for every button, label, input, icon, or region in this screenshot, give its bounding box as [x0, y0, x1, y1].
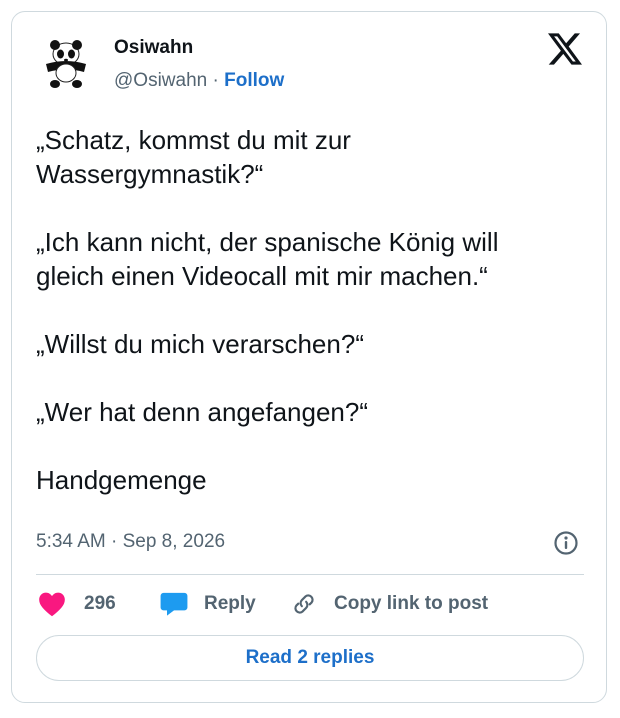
tweet-text: „Schatz, kommst du mit zur Wassergymnast…: [36, 123, 596, 497]
tweet-line: „Ich kann nicht, der spanische König wil…: [36, 227, 499, 257]
author-handle-row: @Osiwahn · Follow: [114, 70, 284, 92]
x-logo-icon[interactable]: [548, 33, 582, 65]
tweet-line: Handgemenge: [36, 465, 207, 495]
tweet-line: Wassergymnastik?“: [36, 159, 264, 189]
author-handle[interactable]: @Osiwahn: [114, 70, 207, 91]
reply-button[interactable]: Reply: [160, 589, 256, 619]
copy-link-button[interactable]: Copy link to post: [290, 589, 488, 619]
like-button[interactable]: 296: [38, 589, 116, 619]
heart-icon: [39, 592, 65, 617]
reply-label: Reply: [204, 593, 256, 614]
link-icon: [294, 594, 314, 614]
avatar[interactable]: [38, 36, 94, 92]
copy-link-label: Copy link to post: [334, 593, 489, 614]
speech-bubble-icon: [160, 592, 188, 616]
like-count: 296: [84, 593, 116, 614]
author-name[interactable]: Osiwahn: [114, 37, 193, 59]
tweet-line: „Wer hat denn angefangen?“: [36, 397, 368, 427]
read-replies-label: Read 2 replies: [245, 647, 375, 668]
divider: [36, 574, 584, 575]
tweet-timestamp[interactable]: 5:34 AM · Sep 8, 2026: [36, 531, 225, 553]
tweet-line: „Willst du mich verarschen?“: [36, 329, 364, 359]
info-icon[interactable]: [553, 530, 579, 556]
read-replies-button[interactable]: Read 2 replies: [36, 635, 584, 681]
follow-button[interactable]: Follow: [224, 70, 284, 91]
handle-separator: ·: [212, 70, 219, 91]
tweet-line: gleich einen Videocall mit mir machen.“: [36, 261, 488, 291]
tweet-line: „Schatz, kommst du mit zur: [36, 125, 351, 155]
